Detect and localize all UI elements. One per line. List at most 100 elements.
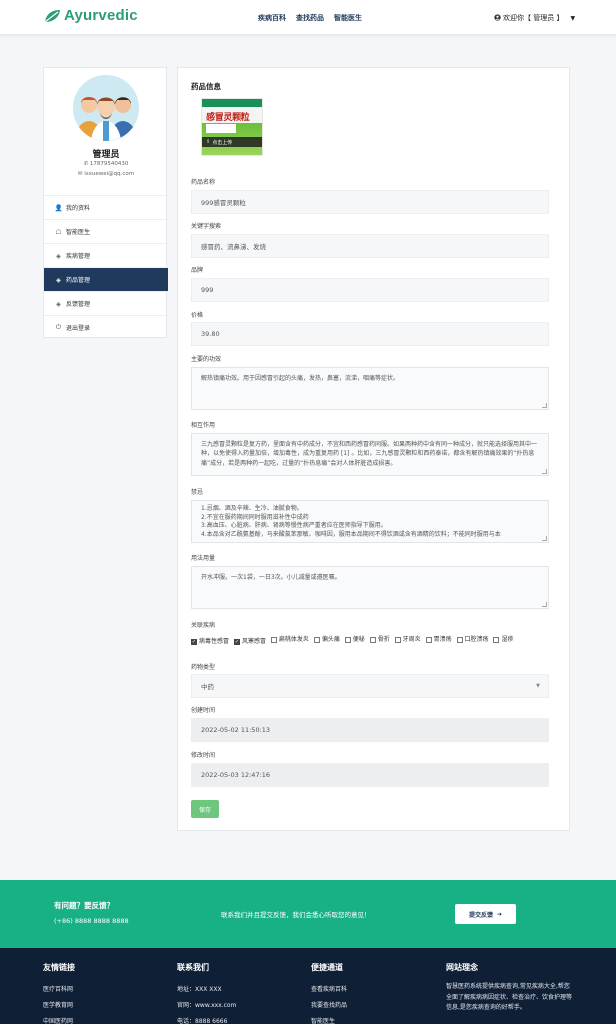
modified-time-field: 2022-05-03 12:47:16 [191, 763, 549, 787]
footer-contact-item: 电话：8888 6666 [177, 1018, 228, 1024]
top-navbar: Ayurvedic 疾病百科 查找药品 智能医生 欢迎你【 管理员 】 ▼ [0, 0, 616, 35]
price-input[interactable]: 39.80 [191, 322, 549, 346]
taboo-line: 1.忌烟、酒及辛辣、生冷、油腻食物。 [201, 505, 303, 512]
keywords-input[interactable]: 感冒药、流鼻涕、发烧 [191, 234, 549, 258]
footer-link[interactable]: 智能医生 [311, 1014, 347, 1024]
cta-phone: (+86) 8888 8888 8888 [54, 917, 129, 925]
sidebar-item-feedback-management[interactable]: ◈ 反馈管理 [44, 291, 168, 315]
sidebar-item-smart-doctor[interactable]: ☖ 智能医生 [44, 219, 168, 243]
main-nav: 疾病百科 查找药品 智能医生 [258, 13, 362, 23]
interaction-textarea[interactable]: 三九感冒灵颗粒是复方药，里面含有中药成分，不宜和西药感冒药同服。如果两种药中含有… [191, 433, 549, 476]
user-circle-icon [494, 13, 501, 23]
sidebar-item-label: 智能医生 [66, 229, 91, 236]
profile-email-value: isxuewei@qq.com [84, 171, 135, 177]
drug-box-title: 感冒灵颗粒 [206, 113, 250, 123]
arrow-right-icon: ➜ [496, 910, 503, 918]
resize-handle[interactable] [542, 536, 547, 541]
efficacy-textarea[interactable]: 解热镇痛功效。用于因感冒引起的头痛，发热，鼻塞，流涕，咽痛等症状。 [191, 367, 549, 410]
disease-option-label: 骨折 [377, 636, 390, 643]
resize-handle[interactable] [542, 403, 547, 408]
check-icon: ✓ [233, 639, 240, 645]
footer-link[interactable]: 我要查找药品 [311, 998, 347, 1014]
sidebar-item-my-profile[interactable]: 👤 我的资料 [44, 195, 168, 219]
resize-handle[interactable] [542, 469, 547, 474]
sidebar-item-label: 疾病管理 [66, 253, 91, 260]
section-title: 药品信息 [191, 82, 221, 91]
footer-link[interactable]: 医学教育网 [43, 998, 75, 1014]
drug-name-input[interactable]: 999感冒灵颗粒 [191, 190, 549, 214]
disease-option-label: 偏头痛 [321, 636, 340, 643]
user-icon: 👤 [54, 203, 63, 212]
sidebar-item-disease-management[interactable]: ◈ 疾病管理 [44, 243, 168, 267]
disease-checkbox[interactable]: 便秘 [344, 634, 365, 646]
disease-checkbox[interactable]: 偏头痛 [313, 634, 340, 646]
footer-link[interactable]: 查看疾病百科 [311, 982, 347, 998]
submit-feedback-label: 提交反馈 [468, 911, 493, 919]
disease-option-label: 扁桃体发炎 [278, 636, 309, 643]
checkbox-empty-icon [344, 637, 351, 643]
chevron-down-icon: ▼ [536, 683, 540, 689]
nav-smart-doctor[interactable]: 智能医生 [334, 13, 362, 23]
user-menu[interactable]: 欢迎你【 管理员 】 ▼ [494, 13, 575, 23]
brand-input[interactable]: 999 [191, 278, 549, 302]
drug-box-band [202, 99, 262, 107]
profile-card: 管理员 ✆ 17879540430 ✉ isxuewei@qq.com 👤 我的资… [43, 67, 168, 339]
usage-text: 开水冲服。一次1袋，一日3次。小儿减量或遵医嘱。 [201, 574, 341, 581]
cta-text: 联系我们并且提交反馈，我们会悉心听取您的意见！ [221, 911, 371, 919]
drug-type-select[interactable]: 中药 ▼ [191, 674, 549, 698]
diseases-checkbox-group: ✓ 病毒性感冒 ✓ 风寒感冒 扁桃体发炎 偏头痛 便秘 骨折 牙周炎 胃溃疡 口腔溃… [191, 634, 553, 648]
footer-link[interactable]: 医疗百科网 [43, 982, 75, 998]
disease-checkbox[interactable]: 牙周炎 [394, 634, 421, 646]
upload-button[interactable]: ⇪ 点击上传 [202, 137, 262, 147]
disease-checkbox[interactable]: ✓ 风寒感冒 [233, 636, 266, 648]
footer-col-title: 友情链接 [43, 963, 75, 972]
submit-feedback-button[interactable]: 提交反馈 ➜ [455, 904, 516, 924]
interaction-label: 相互作用 [191, 422, 216, 429]
taboo-textarea[interactable]: 1.忌烟、酒及辛辣、生冷、油腻食物。 2.不宜在服药期间同时服用滋补性中成药 3… [191, 500, 549, 543]
layers-icon: ◈ [56, 299, 61, 308]
save-button[interactable]: 保存 [191, 800, 219, 818]
footer-contact-item: 地址：XXX XXX [177, 986, 222, 993]
profile-phone: ✆ 17879540430 [44, 161, 168, 167]
drug-box-label [206, 124, 236, 133]
taboo-line: 4.本品含对乙酰氨基酚，马来酸氯苯那敏、咖啡因，服用本品期间不得饮酒或含有酒精的… [201, 531, 501, 539]
keywords-label: 关键字搜索 [191, 223, 222, 230]
logo-text: Ayurvedic [64, 7, 138, 24]
disease-checkbox[interactable]: 扁桃体发炎 [270, 634, 309, 646]
footer-col-links: 友情链接 医疗百科网 医学教育网 中国医药网 [43, 962, 75, 1024]
sidebar-menu: 👤 我的资料 ☖ 智能医生 ◈ 疾病管理 ◈ 药品管理 ◈ 反馈管理 ⏻ 退出登录 [44, 195, 168, 339]
profile-name: 管理员 [92, 150, 120, 160]
resize-handle[interactable] [542, 602, 547, 607]
disease-checkbox[interactable]: 胃溃疡 [425, 634, 452, 646]
footer-contact-item[interactable]: 官网：www.xxx.com [177, 998, 236, 1014]
sidebar-item-label: 退出登录 [66, 325, 91, 332]
user-menu-label: 欢迎你【 管理员 】 [503, 14, 564, 22]
disease-checkbox[interactable]: ✓ 病毒性感冒 [191, 636, 229, 648]
sidebar-item-logout[interactable]: ⏻ 退出登录 [44, 315, 168, 339]
disease-option-label: 病毒性感冒 [199, 638, 230, 645]
nav-disease-encyclopedia[interactable]: 疾病百科 [258, 13, 286, 23]
disease-option-label: 口腔溃疡 [464, 636, 489, 643]
checkbox-empty-icon [425, 637, 432, 643]
drug-type-value: 中药 [201, 683, 214, 691]
layers-icon: ◈ [56, 275, 61, 284]
logo[interactable]: Ayurvedic [43, 7, 138, 24]
disease-option-label: 便秘 [352, 636, 365, 643]
layers-icon: ◈ [56, 251, 61, 260]
disease-checkbox[interactable]: 湿疹 [493, 634, 513, 646]
checkbox-empty-icon [270, 637, 277, 643]
usage-textarea[interactable]: 开水冲服。一次1袋，一日3次。小儿减量或遵医嘱。 [191, 566, 549, 609]
disease-checkbox[interactable]: 口腔溃疡 [456, 634, 489, 646]
upload-label: 点击上传 [212, 139, 233, 146]
drug-image-upload[interactable]: 感冒灵颗粒 ⇪ 点击上传 [201, 98, 263, 156]
footer-col-contact: 联系我们 地址：XXX XXX 官网：www.xxx.com 电话：8888 6… [177, 962, 236, 1024]
disease-checkbox[interactable]: 骨折 [369, 634, 390, 646]
footer-link[interactable]: 中国医药网 [43, 1014, 75, 1024]
footer: 友情链接 医疗百科网 医学教育网 中国医药网 联系我们 地址：XXX XXX 官… [0, 948, 616, 1024]
disease-option-label: 湿疹 [501, 636, 514, 643]
nav-find-drugs[interactable]: 查找药品 [296, 13, 324, 23]
checkbox-empty-icon [369, 637, 376, 643]
sidebar-item-drug-management[interactable]: ◈ 药品管理 [44, 267, 168, 291]
checkbox-empty-icon [313, 637, 320, 643]
mail-icon: ✉ [77, 171, 83, 177]
